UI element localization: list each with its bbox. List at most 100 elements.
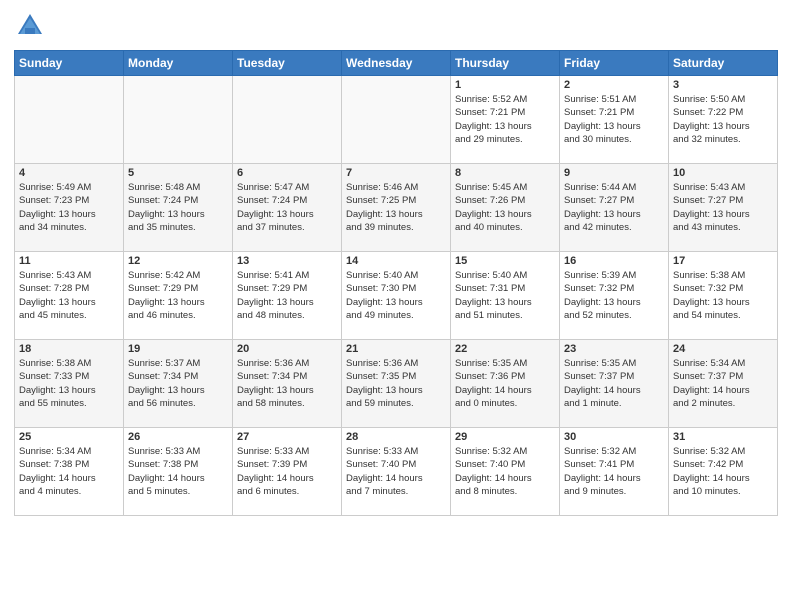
weekday-header: Thursday — [451, 51, 560, 76]
day-cell: 19 Sunrise: 5:37 AMSunset: 7:34 PMDayligh… — [124, 340, 233, 428]
day-cell: 13 Sunrise: 5:41 AMSunset: 7:29 PMDayligh… — [233, 252, 342, 340]
day-info: Sunrise: 5:41 AMSunset: 7:29 PMDaylight:… — [237, 269, 337, 322]
day-cell — [15, 76, 124, 164]
day-cell: 9 Sunrise: 5:44 AMSunset: 7:27 PMDaylight… — [560, 164, 669, 252]
day-info: Sunrise: 5:40 AMSunset: 7:31 PMDaylight:… — [455, 269, 555, 322]
day-number: 21 — [346, 343, 446, 355]
day-number: 12 — [128, 255, 228, 267]
week-row: 25Sunrise: 5:34 AMSunset: 7:38 PMDayligh… — [15, 428, 778, 516]
day-info: Sunrise: 5:50 AMSunset: 7:22 PMDaylight:… — [673, 93, 773, 146]
page: SundayMondayTuesdayWednesdayThursdayFrid… — [0, 0, 792, 612]
day-cell: 31 Sunrise: 5:32 AMSunset: 7:42 PMDayligh… — [669, 428, 778, 516]
week-row: 1 Sunrise: 5:52 AMSunset: 7:21 PMDaylight… — [15, 76, 778, 164]
day-number: 22 — [455, 343, 555, 355]
day-info: Sunrise: 5:47 AMSunset: 7:24 PMDaylight:… — [237, 181, 337, 234]
day-info: Sunrise: 5:36 AMSunset: 7:34 PMDaylight:… — [237, 357, 337, 410]
week-row: 18Sunrise: 5:38 AMSunset: 7:33 PMDayligh… — [15, 340, 778, 428]
day-cell: 10Sunrise: 5:43 AMSunset: 7:27 PMDayligh… — [669, 164, 778, 252]
day-info: Sunrise: 5:39 AMSunset: 7:32 PMDaylight:… — [564, 269, 664, 322]
day-info: Sunrise: 5:48 AMSunset: 7:24 PMDaylight:… — [128, 181, 228, 234]
day-info: Sunrise: 5:45 AMSunset: 7:26 PMDaylight:… — [455, 181, 555, 234]
day-cell: 4Sunrise: 5:49 AMSunset: 7:23 PMDaylight… — [15, 164, 124, 252]
day-info: Sunrise: 5:33 AMSunset: 7:39 PMDaylight:… — [237, 445, 337, 498]
header-row: SundayMondayTuesdayWednesdayThursdayFrid… — [15, 51, 778, 76]
day-info: Sunrise: 5:35 AMSunset: 7:36 PMDaylight:… — [455, 357, 555, 410]
day-info: Sunrise: 5:42 AMSunset: 7:29 PMDaylight:… — [128, 269, 228, 322]
week-row: 11 Sunrise: 5:43 AMSunset: 7:28 PMDayligh… — [15, 252, 778, 340]
day-cell: 26 Sunrise: 5:33 AMSunset: 7:38 PMDayligh… — [124, 428, 233, 516]
day-number: 23 — [564, 343, 664, 355]
day-cell: 15 Sunrise: 5:40 AMSunset: 7:31 PMDayligh… — [451, 252, 560, 340]
header — [14, 10, 778, 42]
day-number: 14 — [346, 255, 446, 267]
day-cell — [342, 76, 451, 164]
day-info: Sunrise: 5:46 AMSunset: 7:25 PMDaylight:… — [346, 181, 446, 234]
day-number: 30 — [564, 431, 664, 443]
day-cell: 18Sunrise: 5:38 AMSunset: 7:33 PMDayligh… — [15, 340, 124, 428]
day-cell — [233, 76, 342, 164]
day-number: 19 — [128, 343, 228, 355]
day-info: Sunrise: 5:44 AMSunset: 7:27 PMDaylight:… — [564, 181, 664, 234]
day-info: Sunrise: 5:33 AMSunset: 7:38 PMDaylight:… — [128, 445, 228, 498]
day-cell: 22 Sunrise: 5:35 AMSunset: 7:36 PMDayligh… — [451, 340, 560, 428]
day-number: 13 — [237, 255, 337, 267]
day-number: 15 — [455, 255, 555, 267]
weekday-header: Wednesday — [342, 51, 451, 76]
day-cell: 12 Sunrise: 5:42 AMSunset: 7:29 PMDayligh… — [124, 252, 233, 340]
day-cell: 8Sunrise: 5:45 AMSunset: 7:26 PMDaylight… — [451, 164, 560, 252]
day-number: 24 — [673, 343, 773, 355]
day-info: Sunrise: 5:38 AMSunset: 7:32 PMDaylight:… — [673, 269, 773, 322]
day-info: Sunrise: 5:34 AMSunset: 7:37 PMDaylight:… — [673, 357, 773, 410]
day-number: 10 — [673, 167, 773, 179]
day-cell: 1 Sunrise: 5:52 AMSunset: 7:21 PMDaylight… — [451, 76, 560, 164]
day-info: Sunrise: 5:33 AMSunset: 7:40 PMDaylight:… — [346, 445, 446, 498]
day-number: 7 — [346, 167, 446, 179]
weekday-header: Saturday — [669, 51, 778, 76]
day-cell: 27 Sunrise: 5:33 AMSunset: 7:39 PMDayligh… — [233, 428, 342, 516]
day-number: 4 — [19, 167, 119, 179]
day-cell: 24 Sunrise: 5:34 AMSunset: 7:37 PMDayligh… — [669, 340, 778, 428]
day-number: 29 — [455, 431, 555, 443]
day-info: Sunrise: 5:37 AMSunset: 7:34 PMDaylight:… — [128, 357, 228, 410]
day-info: Sunrise: 5:32 AMSunset: 7:42 PMDaylight:… — [673, 445, 773, 498]
weekday-header: Monday — [124, 51, 233, 76]
day-number: 6 — [237, 167, 337, 179]
day-cell: 17 Sunrise: 5:38 AMSunset: 7:32 PMDayligh… — [669, 252, 778, 340]
day-number: 11 — [19, 255, 119, 267]
day-number: 20 — [237, 343, 337, 355]
day-number: 28 — [346, 431, 446, 443]
day-number: 18 — [19, 343, 119, 355]
day-cell: 16 Sunrise: 5:39 AMSunset: 7:32 PMDayligh… — [560, 252, 669, 340]
day-cell: 20 Sunrise: 5:36 AMSunset: 7:34 PMDayligh… — [233, 340, 342, 428]
day-info: Sunrise: 5:51 AMSunset: 7:21 PMDaylight:… — [564, 93, 664, 146]
weekday-header: Sunday — [15, 51, 124, 76]
day-info: Sunrise: 5:43 AMSunset: 7:28 PMDaylight:… — [19, 269, 119, 322]
day-cell: 30Sunrise: 5:32 AMSunset: 7:41 PMDayligh… — [560, 428, 669, 516]
day-cell: 2 Sunrise: 5:51 AMSunset: 7:21 PMDaylight… — [560, 76, 669, 164]
day-cell: 3Sunrise: 5:50 AMSunset: 7:22 PMDaylight… — [669, 76, 778, 164]
day-cell: 11 Sunrise: 5:43 AMSunset: 7:28 PMDayligh… — [15, 252, 124, 340]
day-info: Sunrise: 5:40 AMSunset: 7:30 PMDaylight:… — [346, 269, 446, 322]
calendar-table: SundayMondayTuesdayWednesdayThursdayFrid… — [14, 50, 778, 516]
day-number: 17 — [673, 255, 773, 267]
day-number: 9 — [564, 167, 664, 179]
day-cell: 14 Sunrise: 5:40 AMSunset: 7:30 PMDayligh… — [342, 252, 451, 340]
day-number: 16 — [564, 255, 664, 267]
weekday-header: Friday — [560, 51, 669, 76]
day-cell: 7 Sunrise: 5:46 AMSunset: 7:25 PMDaylight… — [342, 164, 451, 252]
day-info: Sunrise: 5:52 AMSunset: 7:21 PMDaylight:… — [455, 93, 555, 146]
week-row: 4Sunrise: 5:49 AMSunset: 7:23 PMDaylight… — [15, 164, 778, 252]
day-number: 27 — [237, 431, 337, 443]
day-cell — [124, 76, 233, 164]
day-cell: 25Sunrise: 5:34 AMSunset: 7:38 PMDayligh… — [15, 428, 124, 516]
day-number: 31 — [673, 431, 773, 443]
day-number: 1 — [455, 79, 555, 91]
logo-icon — [14, 10, 46, 42]
day-number: 26 — [128, 431, 228, 443]
day-cell: 5 Sunrise: 5:48 AMSunset: 7:24 PMDaylight… — [124, 164, 233, 252]
day-cell: 21Sunrise: 5:36 AMSunset: 7:35 PMDayligh… — [342, 340, 451, 428]
day-info: Sunrise: 5:34 AMSunset: 7:38 PMDaylight:… — [19, 445, 119, 498]
day-number: 5 — [128, 167, 228, 179]
day-number: 2 — [564, 79, 664, 91]
day-cell: 23Sunrise: 5:35 AMSunset: 7:37 PMDayligh… — [560, 340, 669, 428]
